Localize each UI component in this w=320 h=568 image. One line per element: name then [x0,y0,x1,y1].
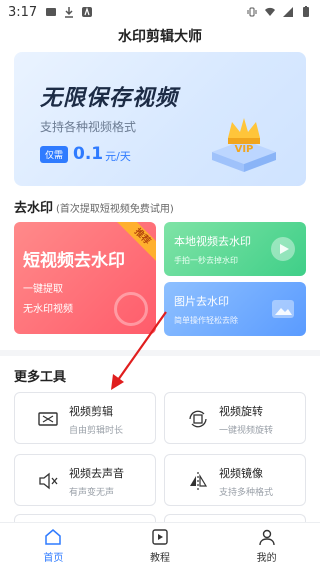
status-right [240,6,312,18]
section-note: (首次提取短视频免费试用) [56,204,174,215]
tool-name: 视频旋转 [219,405,263,418]
image-icon [272,300,294,318]
play-circle-icon [271,237,295,261]
bottom-nav: 首页 教程 我的 [0,522,320,568]
tool-video-mirror[interactable]: 视频镜像 支持多种格式 [164,454,306,506]
card-line2: 无水印视频 [23,304,73,315]
nav-label: 我的 [256,552,277,564]
card-title: 图片去水印 [174,295,229,308]
card-title: 短视频去水印 [23,251,125,271]
nav-profile[interactable]: 我的 [213,523,320,568]
tool-name: 视频剪辑 [69,405,113,418]
section-title: 去水印 [14,201,54,216]
tool-sub: 支持多种格式 [219,488,274,498]
tool-sub: 自由剪辑时长 [69,426,124,436]
tool-name: 视频镜像 [219,467,263,480]
short-video-watermark-card[interactable]: 推荐 短视频去水印 一键提取 无水印视频 [14,222,156,334]
price-value: 0.1 [73,144,104,164]
mirror-icon [187,470,209,492]
section-divider [0,350,320,356]
tool-sub: 有声变无声 [69,488,115,498]
vip-label: VIP [235,144,254,155]
tool-video-cut[interactable]: 视频剪辑 自由剪辑时长 [14,392,156,444]
wifi-icon [264,6,276,18]
nav-tutorial[interactable]: 教程 [107,523,214,568]
rotate-icon [187,408,209,430]
page-title: 水印剪辑大师 [118,29,202,45]
tool-video-rotate[interactable]: 视频旋转 一键视频旋转 [164,392,306,444]
card-deco-icon [114,292,148,326]
more-tools-heading: 更多工具 [14,370,67,385]
price-tag: 仅需 [40,145,69,163]
status-bar: 3:17 [0,0,320,24]
home-icon [45,528,62,545]
price-unit: 元/天 [105,150,131,163]
local-video-watermark-card[interactable]: 本地视频去水印 手拍一秒去掉水印 [164,222,306,276]
tool-sub: 一键视频旋转 [219,426,274,436]
mute-icon [37,470,59,492]
notification-icon [45,6,57,18]
play-icon [152,528,168,545]
watermark-section-heading: 去水印 (首次提取短视频免费试用) [14,197,174,216]
banner-price-row: 仅需 0.1 元/天 [40,144,131,164]
user-icon [258,529,275,545]
vibrate-icon [246,6,258,18]
nav-home[interactable]: 首页 [0,523,107,568]
card-line1: 一键提取 [23,284,63,295]
nav-label: 首页 [43,552,64,564]
download-icon [63,6,75,18]
status-time: 3:17 [8,4,38,20]
card-title: 本地视频去水印 [174,235,251,248]
tool-name: 视频去声音 [69,467,124,480]
video-cut-icon [37,408,59,430]
vip-banner[interactable]: 无限保存视频 支持各种视频格式 仅需 0.1 元/天 VIP [14,52,306,186]
tool-video-mute[interactable]: 视频去声音 有声变无声 [14,454,156,506]
card-sub: 简单操作轻松去除 [174,316,238,325]
banner-headline: 无限保存视频 [40,86,179,111]
signal-icon [282,6,294,18]
nav-label: 教程 [150,552,170,564]
card-sub: 手拍一秒去掉水印 [174,256,238,265]
vip-crown-icon: VIP [212,118,276,172]
banner-subtitle: 支持各种视频格式 [40,120,137,134]
app-notify-icon [81,6,93,18]
image-watermark-card[interactable]: 图片去水印 简单操作轻松去除 [164,282,306,336]
battery-icon [300,6,312,18]
